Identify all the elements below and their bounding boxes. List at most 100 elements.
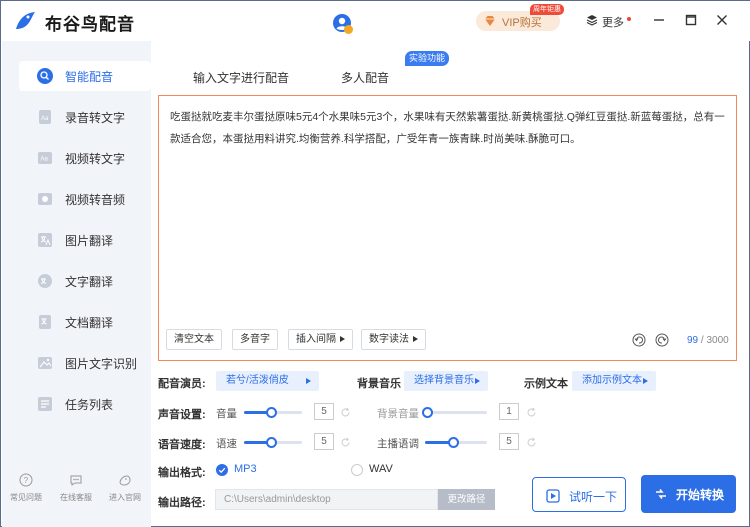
sidebar-item-smart-dubbing[interactable]: 智能配音 xyxy=(19,61,151,91)
bg-volume-input[interactable]: 1 xyxy=(499,403,519,420)
rate-slider-knob[interactable] xyxy=(266,437,277,448)
sidebar-item-label: 视频转音频 xyxy=(65,193,126,207)
reset-icon[interactable] xyxy=(340,437,351,448)
sidebar-item-label: 图片文字识别 xyxy=(65,357,138,371)
sidebar-item-label: 文档翻译 xyxy=(65,316,114,330)
rate-label: 语速 xyxy=(216,438,237,450)
close-icon xyxy=(717,15,727,25)
pitch-input[interactable]: 5 xyxy=(499,433,519,450)
sidebar-item-ocr[interactable]: 图片文字识别 xyxy=(19,348,151,378)
rate-input[interactable]: 5 xyxy=(314,433,334,450)
format-mp3-label[interactable]: MP3 xyxy=(234,463,257,475)
online-service-link[interactable]: 在线客服 xyxy=(54,473,98,503)
volume-label: 音量 xyxy=(216,408,237,420)
vip-label: VIP购买 xyxy=(502,17,542,29)
output-path-input[interactable]: C:\Users\admin\desktop xyxy=(215,489,438,510)
sidebar-item-video-to-text[interactable]: Aa 视频转文字 xyxy=(19,143,151,173)
svg-text:Aa: Aa xyxy=(41,116,49,122)
editor-text[interactable]: 吃蛋挞就吃麦丰尔蛋挞原味5元4个水果味5元3个，水果味有天然紫薯蛋挞.新黄桃蛋挞… xyxy=(170,106,732,150)
notification-dot xyxy=(627,17,631,21)
bgm-select[interactable]: 选择背景音乐 xyxy=(404,371,488,391)
preview-listen-button[interactable]: 试听一下 xyxy=(532,477,626,512)
sample-label: 示例文本 xyxy=(524,378,568,390)
sidebar: 智能配音 Aa 录音转文字 Aa 视频转文字 视频转音频 图片翻译 文字翻译 文… xyxy=(2,41,151,527)
reset-icon[interactable] xyxy=(340,407,351,418)
volume-input[interactable]: 5 xyxy=(314,403,334,420)
pitch-slider[interactable] xyxy=(425,437,487,448)
insert-pause-button[interactable]: 插入间隔 xyxy=(288,329,353,350)
format-label: 输出格式: xyxy=(158,467,206,479)
minimize-icon xyxy=(654,19,664,21)
doc-translate-icon xyxy=(39,315,51,329)
text-editor[interactable]: 吃蛋挞就吃麦丰尔蛋挞原味5元4个水果味5元3个，水果味有天然紫薯蛋挞.新黄桃蛋挞… xyxy=(158,95,737,361)
user-avatar-icon[interactable] xyxy=(332,13,354,35)
check-icon[interactable] xyxy=(216,464,228,476)
anniversary-badge: 周年钜惠 xyxy=(530,4,564,15)
voice-label: 配音演员: xyxy=(158,378,206,390)
pitch-slider-knob[interactable] xyxy=(448,437,459,448)
insert-pause-label: 插入间隔 xyxy=(296,334,336,345)
sample-select[interactable]: 添加示例文本 xyxy=(572,371,656,391)
sidebar-item-label: 视频转文字 xyxy=(65,152,126,166)
official-site-link[interactable]: 进入官网 xyxy=(103,473,147,503)
reset-icon[interactable] xyxy=(526,437,537,448)
bgm-value: 选择背景音乐 xyxy=(414,375,474,386)
ocr-icon xyxy=(38,357,52,369)
sample-value: 添加示例文本 xyxy=(582,375,642,386)
sidebar-item-label: 图片翻译 xyxy=(65,234,114,248)
minimize-button[interactable] xyxy=(652,13,666,27)
bg-volume-label: 背景音量 xyxy=(377,408,419,420)
format-wav-radio[interactable] xyxy=(351,464,363,476)
start-convert-button[interactable]: 开始转换 xyxy=(641,475,736,513)
clear-text-button[interactable]: 清空文本 xyxy=(166,329,222,350)
experimental-badge: 实验功能 xyxy=(405,51,449,66)
close-button[interactable] xyxy=(715,13,729,27)
char-count: 99 xyxy=(687,335,699,346)
faq-link[interactable]: ? 常见问题 xyxy=(4,473,48,503)
sidebar-item-task-list[interactable]: 任务列表 xyxy=(19,389,151,419)
maximize-button[interactable] xyxy=(684,13,698,27)
sidebar-item-doc-translate[interactable]: 文档翻译 xyxy=(19,307,151,337)
reset-icon[interactable] xyxy=(526,407,537,418)
video-text-icon: Aa xyxy=(38,152,52,164)
bg-volume-slider[interactable] xyxy=(422,407,487,418)
tab-text-dubbing[interactable]: 输入文字进行配音 xyxy=(182,67,300,89)
redo-icon[interactable] xyxy=(655,333,669,347)
tab-multi-voice[interactable]: 多人配音 xyxy=(335,67,395,89)
more-label: 更多 xyxy=(602,17,624,29)
triangle-right-icon xyxy=(643,378,648,384)
polyphone-button[interactable]: 多音字 xyxy=(232,329,278,350)
online-service-label: 在线客服 xyxy=(60,493,92,502)
faq-label: 常见问题 xyxy=(10,493,42,502)
sidebar-item-audio-to-text[interactable]: Aa 录音转文字 xyxy=(19,102,151,132)
format-wav-label[interactable]: WAV xyxy=(369,463,393,475)
undo-icon[interactable] xyxy=(632,333,646,347)
sidebar-item-text-translate[interactable]: 文字翻译 xyxy=(19,266,151,296)
voice-value: 若兮/活泼俏皮 xyxy=(226,375,289,386)
change-path-button[interactable]: 更改路径 xyxy=(438,489,495,510)
sidebar-item-video-to-audio[interactable]: 视频转音频 xyxy=(19,184,151,214)
task-list-icon xyxy=(38,397,52,411)
sidebar-item-label: 录音转文字 xyxy=(65,111,126,125)
sidebar-item-label: 任务列表 xyxy=(65,398,114,412)
number-reading-label: 数字读法 xyxy=(369,334,409,345)
maximize-icon xyxy=(685,14,697,26)
audio-file-icon: Aa xyxy=(39,110,51,124)
pitch-label: 主播语调 xyxy=(377,438,419,450)
volume-slider-knob[interactable] xyxy=(266,407,277,418)
start-convert-label: 开始转换 xyxy=(676,488,725,502)
char-counter: 99 / 3000 xyxy=(687,335,729,346)
bg-volume-slider-knob[interactable] xyxy=(422,407,433,418)
help-icon: ? xyxy=(19,473,33,487)
volume-slider[interactable] xyxy=(244,407,302,418)
speed-setting-label: 语音速度: xyxy=(158,439,206,451)
voice-select[interactable]: 若兮/活泼俏皮 xyxy=(216,371,319,391)
sidebar-item-image-translate[interactable]: 图片翻译 xyxy=(19,225,151,255)
chat-icon xyxy=(70,475,82,486)
app-window: 布谷鸟配音 VIP购买 周年钜惠 更多 智能配音 Aa 录音转文字 Aa 视频转… xyxy=(0,0,750,527)
char-max: / 3000 xyxy=(700,335,729,346)
triangle-right-icon xyxy=(475,378,480,384)
mic-icon xyxy=(37,68,53,84)
rate-slider[interactable] xyxy=(244,437,302,448)
number-reading-button[interactable]: 数字读法 xyxy=(361,329,426,350)
